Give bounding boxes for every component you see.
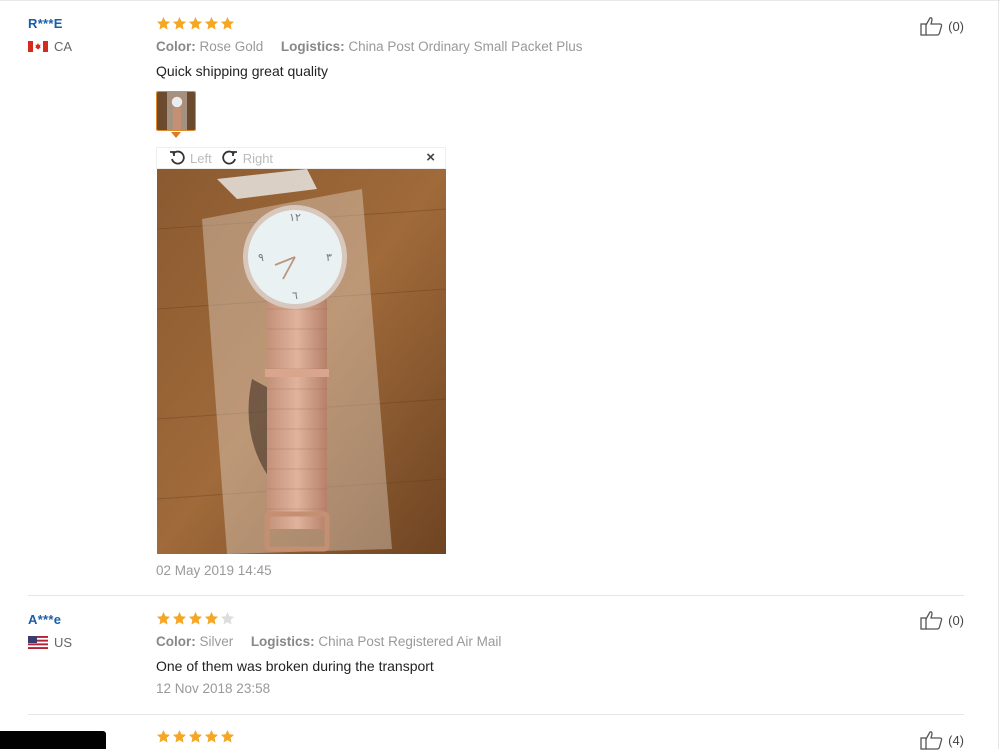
like-button[interactable]: (0): [920, 16, 964, 36]
star-icon: [220, 16, 235, 30]
rotate-right-icon: [222, 150, 237, 165]
star-rating: [156, 16, 856, 32]
like-count: (0): [948, 18, 964, 34]
review-item: (4): [28, 715, 964, 750]
thumbs-up-icon: [920, 17, 943, 36]
country-code: US: [54, 635, 73, 650]
star-icon: [156, 16, 171, 30]
redaction-overlay: [0, 731, 106, 749]
like-button[interactable]: (0): [920, 610, 964, 630]
thumbs-up-icon: [920, 611, 943, 630]
star-icon: [188, 16, 203, 30]
reviewer-info: R***E CA: [28, 16, 148, 54]
logistics-value: China Post Registered Air Mail: [318, 634, 502, 649]
star-icon: [172, 16, 187, 30]
logistics-value: China Post Ordinary Small Packet Plus: [348, 39, 583, 54]
logistics-label: Logistics:: [280, 39, 345, 54]
star-icon: [220, 611, 235, 625]
review-text: One of them was broken during the transp…: [156, 658, 434, 674]
svg-text:٦: ٦: [292, 289, 298, 302]
star-icon: [188, 729, 203, 743]
svg-text:٣: ٣: [326, 251, 332, 264]
thumbs-up-icon: [920, 731, 943, 750]
rotate-left-button[interactable]: Left: [169, 150, 212, 166]
like-count: (0): [948, 612, 964, 628]
color-value: Rose Gold: [199, 39, 264, 54]
review-meta: Color: Rose Gold Logistics: China Post O…: [156, 39, 856, 54]
rotate-left-icon: [170, 150, 185, 165]
like-count: (4): [948, 732, 964, 748]
review-date: 12 Nov 2018 23:58: [156, 681, 271, 696]
star-icon: [204, 16, 219, 30]
star-icon: [188, 611, 203, 625]
svg-text:١٢: ١٢: [289, 211, 301, 224]
review-content: [156, 729, 856, 745]
right-border: [998, 0, 999, 749]
rotate-left-label: Left: [190, 150, 212, 166]
review-date: 02 May 2019 14:45: [156, 563, 272, 578]
reviewer-name: R***E: [28, 16, 63, 31]
color-label: Color:: [156, 634, 196, 649]
close-viewer-button[interactable]: ×: [426, 149, 435, 166]
star-rating: [156, 729, 856, 745]
star-icon: [172, 729, 187, 743]
review-photo-large: ١٢ ٣ ٦ ٩: [157, 169, 446, 554]
star-icon: [156, 729, 171, 743]
svg-text:٩: ٩: [258, 251, 264, 264]
logistics-label: Logistics:: [250, 634, 315, 649]
star-rating: [156, 611, 856, 627]
review-meta: Color: Silver Logistics: China Post Regi…: [156, 634, 856, 649]
reviewer-info: A***e US: [28, 612, 148, 650]
rotate-right-label: Right: [242, 150, 274, 166]
review-item: R***E CA Color: Rose Gold Logistics: Chi…: [28, 0, 964, 596]
review-content: Color: Silver Logistics: China Post Regi…: [156, 611, 856, 696]
star-icon: [220, 729, 235, 743]
review-text: Quick shipping great quality: [156, 63, 328, 79]
review-content: Color: Rose Gold Logistics: China Post O…: [156, 16, 856, 578]
flag-ca-icon: [28, 40, 48, 53]
star-icon: [172, 611, 187, 625]
reviewer-country: US: [28, 635, 148, 650]
color-label: Color:: [156, 39, 196, 54]
country-code: CA: [54, 39, 73, 54]
like-button[interactable]: (4): [920, 730, 964, 750]
reviewer-country: CA: [28, 39, 148, 54]
star-icon: [204, 611, 219, 625]
star-icon: [156, 611, 171, 625]
rotate-right-button[interactable]: Right: [222, 150, 273, 166]
reviewer-name: A***e: [28, 612, 62, 627]
image-viewer-toolbar: Left Right ×: [156, 147, 446, 169]
color-value: Silver: [199, 634, 234, 649]
flag-us-icon: [28, 636, 48, 649]
star-icon: [204, 729, 219, 743]
thumbnail-pointer: [171, 132, 181, 138]
review-photo-thumbnail[interactable]: [156, 91, 196, 131]
review-item: A***e US Color: Silver Logistics: China …: [28, 596, 964, 715]
